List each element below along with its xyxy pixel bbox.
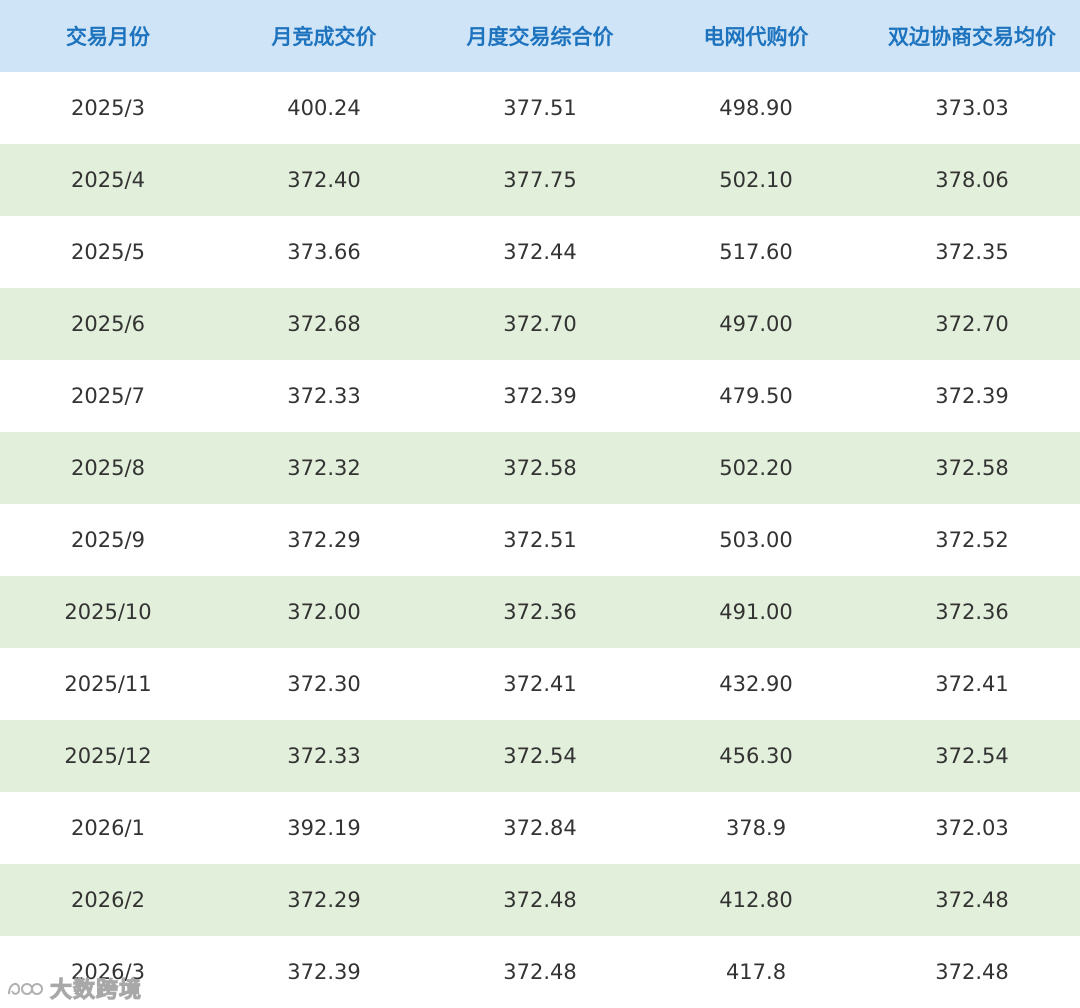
cell-grid-agency-price: 497.00 [648,288,864,360]
table-row: 2026/2 372.29 372.48 412.80 372.48 [0,864,1080,936]
cell-monthly-composite-price: 372.48 [432,936,648,1008]
cell-monthly-composite-price: 372.84 [432,792,648,864]
header-monthly-bid-price: 月竞成交价 [216,0,432,72]
header-bilateral-avg-price: 双边协商交易均价 [864,0,1080,72]
cell-grid-agency-price: 503.00 [648,504,864,576]
table-row: 2025/6 372.68 372.70 497.00 372.70 [0,288,1080,360]
header-grid-agency-price: 电网代购价 [648,0,864,72]
cell-month: 2025/11 [0,648,216,720]
cell-monthly-bid-price: 372.29 [216,864,432,936]
cell-monthly-composite-price: 377.75 [432,144,648,216]
cell-monthly-bid-price: 372.29 [216,504,432,576]
cell-monthly-composite-price: 372.36 [432,576,648,648]
header-row: 交易月份 月竞成交价 月度交易综合价 电网代购价 双边协商交易均价 [0,0,1080,72]
cell-monthly-composite-price: 372.48 [432,864,648,936]
cell-month: 2025/5 [0,216,216,288]
cell-month: 2025/10 [0,576,216,648]
cell-monthly-bid-price: 372.32 [216,432,432,504]
cell-grid-agency-price: 378.9 [648,792,864,864]
table-row: 2025/11 372.30 372.41 432.90 372.41 [0,648,1080,720]
cell-grid-agency-price: 432.90 [648,648,864,720]
cell-month: 2025/7 [0,360,216,432]
cell-bilateral-avg-price: 372.54 [864,720,1080,792]
cell-month: 2026/2 [0,864,216,936]
table-row: 2026/1 392.19 372.84 378.9 372.03 [0,792,1080,864]
cell-monthly-composite-price: 377.51 [432,72,648,144]
cell-bilateral-avg-price: 378.06 [864,144,1080,216]
cell-monthly-bid-price: 372.00 [216,576,432,648]
cell-bilateral-avg-price: 372.70 [864,288,1080,360]
table-row: 2025/4 372.40 377.75 502.10 378.06 [0,144,1080,216]
cell-monthly-bid-price: 372.39 [216,936,432,1008]
header-month: 交易月份 [0,0,216,72]
cell-monthly-bid-price: 372.68 [216,288,432,360]
cell-bilateral-avg-price: 372.03 [864,792,1080,864]
cell-bilateral-avg-price: 372.48 [864,936,1080,1008]
cell-monthly-composite-price: 372.41 [432,648,648,720]
cell-monthly-composite-price: 372.39 [432,360,648,432]
table-row: 2025/8 372.32 372.58 502.20 372.58 [0,432,1080,504]
cell-bilateral-avg-price: 372.52 [864,504,1080,576]
price-table: 交易月份 月竞成交价 月度交易综合价 电网代购价 双边协商交易均价 2025/3… [0,0,1080,1008]
cell-month: 2025/3 [0,72,216,144]
cell-month: 2025/6 [0,288,216,360]
cell-grid-agency-price: 417.8 [648,936,864,1008]
cell-month: 2026/1 [0,792,216,864]
cell-monthly-composite-price: 372.51 [432,504,648,576]
table-header: 交易月份 月竞成交价 月度交易综合价 电网代购价 双边协商交易均价 [0,0,1080,72]
cell-bilateral-avg-price: 373.03 [864,72,1080,144]
cell-monthly-composite-price: 372.58 [432,432,648,504]
cell-bilateral-avg-price: 372.58 [864,432,1080,504]
cell-grid-agency-price: 456.30 [648,720,864,792]
table-row: 2025/12 372.33 372.54 456.30 372.54 [0,720,1080,792]
cell-monthly-composite-price: 372.44 [432,216,648,288]
cell-month: 2025/8 [0,432,216,504]
cell-monthly-bid-price: 373.66 [216,216,432,288]
cell-month: 2025/4 [0,144,216,216]
cell-monthly-bid-price: 372.33 [216,720,432,792]
cell-grid-agency-price: 479.50 [648,360,864,432]
cell-grid-agency-price: 498.90 [648,72,864,144]
cell-grid-agency-price: 491.00 [648,576,864,648]
cell-grid-agency-price: 517.60 [648,216,864,288]
header-monthly-composite-price: 月度交易综合价 [432,0,648,72]
cell-grid-agency-price: 502.20 [648,432,864,504]
cell-month: 2025/12 [0,720,216,792]
cell-bilateral-avg-price: 372.36 [864,576,1080,648]
table-row: 2025/9 372.29 372.51 503.00 372.52 [0,504,1080,576]
table-row: 2025/3 400.24 377.51 498.90 373.03 [0,72,1080,144]
cell-bilateral-avg-price: 372.35 [864,216,1080,288]
cell-monthly-bid-price: 392.19 [216,792,432,864]
table-row: 2025/5 373.66 372.44 517.60 372.35 [0,216,1080,288]
cell-bilateral-avg-price: 372.48 [864,864,1080,936]
cell-monthly-composite-price: 372.54 [432,720,648,792]
cell-bilateral-avg-price: 372.39 [864,360,1080,432]
table-row: 2025/7 372.33 372.39 479.50 372.39 [0,360,1080,432]
table-row: 2025/10 372.00 372.36 491.00 372.36 [0,576,1080,648]
cell-month: 2025/9 [0,504,216,576]
cell-monthly-bid-price: 372.40 [216,144,432,216]
cell-grid-agency-price: 412.80 [648,864,864,936]
cell-monthly-bid-price: 400.24 [216,72,432,144]
cell-monthly-composite-price: 372.70 [432,288,648,360]
table-body: 2025/3 400.24 377.51 498.90 373.03 2025/4 372.… [0,72,1080,1008]
cell-monthly-bid-price: 372.30 [216,648,432,720]
cell-month: 2026/3 [0,936,216,1008]
cell-bilateral-avg-price: 372.41 [864,648,1080,720]
cell-monthly-bid-price: 372.33 [216,360,432,432]
table-row: 2026/3 372.39 372.48 417.8 372.48 [0,936,1080,1008]
cell-grid-agency-price: 502.10 [648,144,864,216]
